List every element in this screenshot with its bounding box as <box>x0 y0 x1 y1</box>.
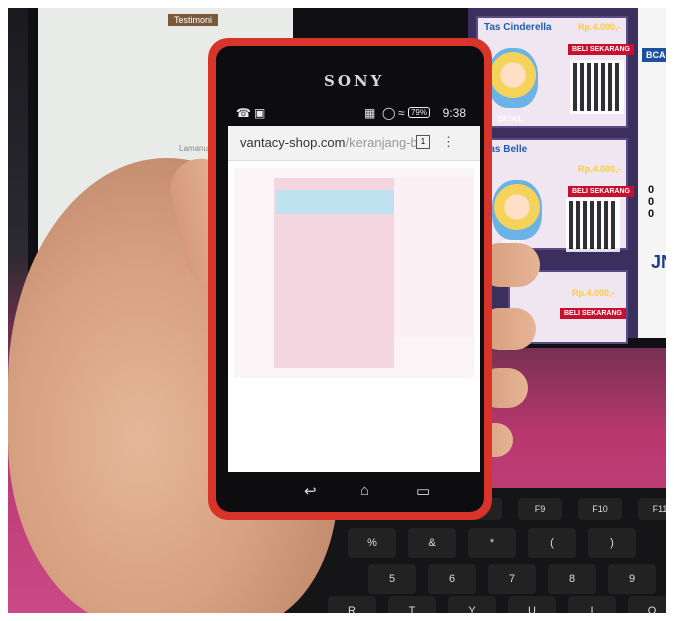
key: 9 <box>608 564 656 594</box>
key: F9 <box>518 498 562 520</box>
bank-logo: BCA <box>642 48 666 62</box>
key: 6 <box>428 564 476 594</box>
product-title: Tas Cinderella <box>484 22 552 33</box>
tab-switcher-button[interactable]: 1 <box>416 135 430 149</box>
wifi-icon: ≈ <box>398 106 405 120</box>
buy-button: BELI SEKARANG <box>568 44 634 55</box>
visitor-counter: 0 0 0 <box>648 184 661 220</box>
brand-logo: SONY <box>324 72 385 90</box>
key: ) <box>588 528 636 558</box>
url-domain: vantacy-shop.com <box>240 135 346 150</box>
product-price: Rp.4.000,- <box>578 22 621 32</box>
photo: Testimoni Lamanun Tas Cinderella Rp.4.00… <box>8 8 666 613</box>
whatsapp-icon: ☎ <box>236 106 251 120</box>
product-price: Rp.4.000,- <box>572 288 615 298</box>
key: 8 <box>548 564 596 594</box>
back-icon[interactable]: ↩ <box>304 482 317 500</box>
qr-code <box>570 60 624 114</box>
doll-image <box>488 48 538 108</box>
key: ( <box>528 528 576 558</box>
battery-level: 79% <box>407 107 430 118</box>
clock: 9:38 <box>442 106 466 120</box>
courier-logo: JNE <box>651 252 666 272</box>
key: 5 <box>368 564 416 594</box>
detail-label: DETAIL <box>498 116 523 123</box>
url-text[interactable]: vantacy-shop.com/keranjang-b <box>240 135 418 150</box>
key: F11 <box>638 498 666 520</box>
key: T <box>388 596 436 613</box>
key: Y <box>448 596 496 613</box>
status-bar: ☎ ▣ ▦ ◯ ≈ 79% 9:38 <box>236 106 472 124</box>
cart-header <box>276 190 394 214</box>
key: * <box>468 528 516 558</box>
home-icon[interactable]: ⌂ <box>360 482 369 499</box>
web-page <box>234 168 474 378</box>
key: & <box>408 528 456 558</box>
key: % <box>348 528 396 558</box>
more-vertical-icon[interactable]: ⋮ <box>442 134 455 150</box>
product-price: Rp.4.000,- <box>578 164 621 174</box>
key: R <box>328 596 376 613</box>
qr-code <box>566 198 620 252</box>
key: I <box>568 596 616 613</box>
phone-screen: vantacy-shop.com/keranjang-b 1 ⋮ <box>228 126 480 472</box>
smartphone: SONY ☎ ▣ ▦ ◯ ≈ 79% 9:38 vantacy-shop.com… <box>208 38 492 520</box>
nav-bar: ↩ ⌂ ▭ <box>208 476 476 504</box>
sidebar <box>394 178 474 338</box>
buy-button: BELI SEKARANG <box>560 308 626 319</box>
gallery-icon: ▣ <box>254 106 266 120</box>
alarm-icon: ◯ <box>382 106 396 120</box>
key: U <box>508 596 556 613</box>
url-path: /keranjang-b <box>345 135 418 150</box>
recents-icon[interactable]: ▭ <box>416 482 430 500</box>
doll-image <box>492 180 542 240</box>
key: 7 <box>488 564 536 594</box>
browser-address-bar[interactable]: vantacy-shop.com/keranjang-b 1 ⋮ <box>228 126 480 161</box>
key: F10 <box>578 498 622 520</box>
nfc-icon: ▦ <box>364 106 376 120</box>
key: O <box>628 596 666 613</box>
testimoni-tag: Testimoni <box>168 14 219 26</box>
buy-button: BELI SEKARANG <box>568 186 634 197</box>
